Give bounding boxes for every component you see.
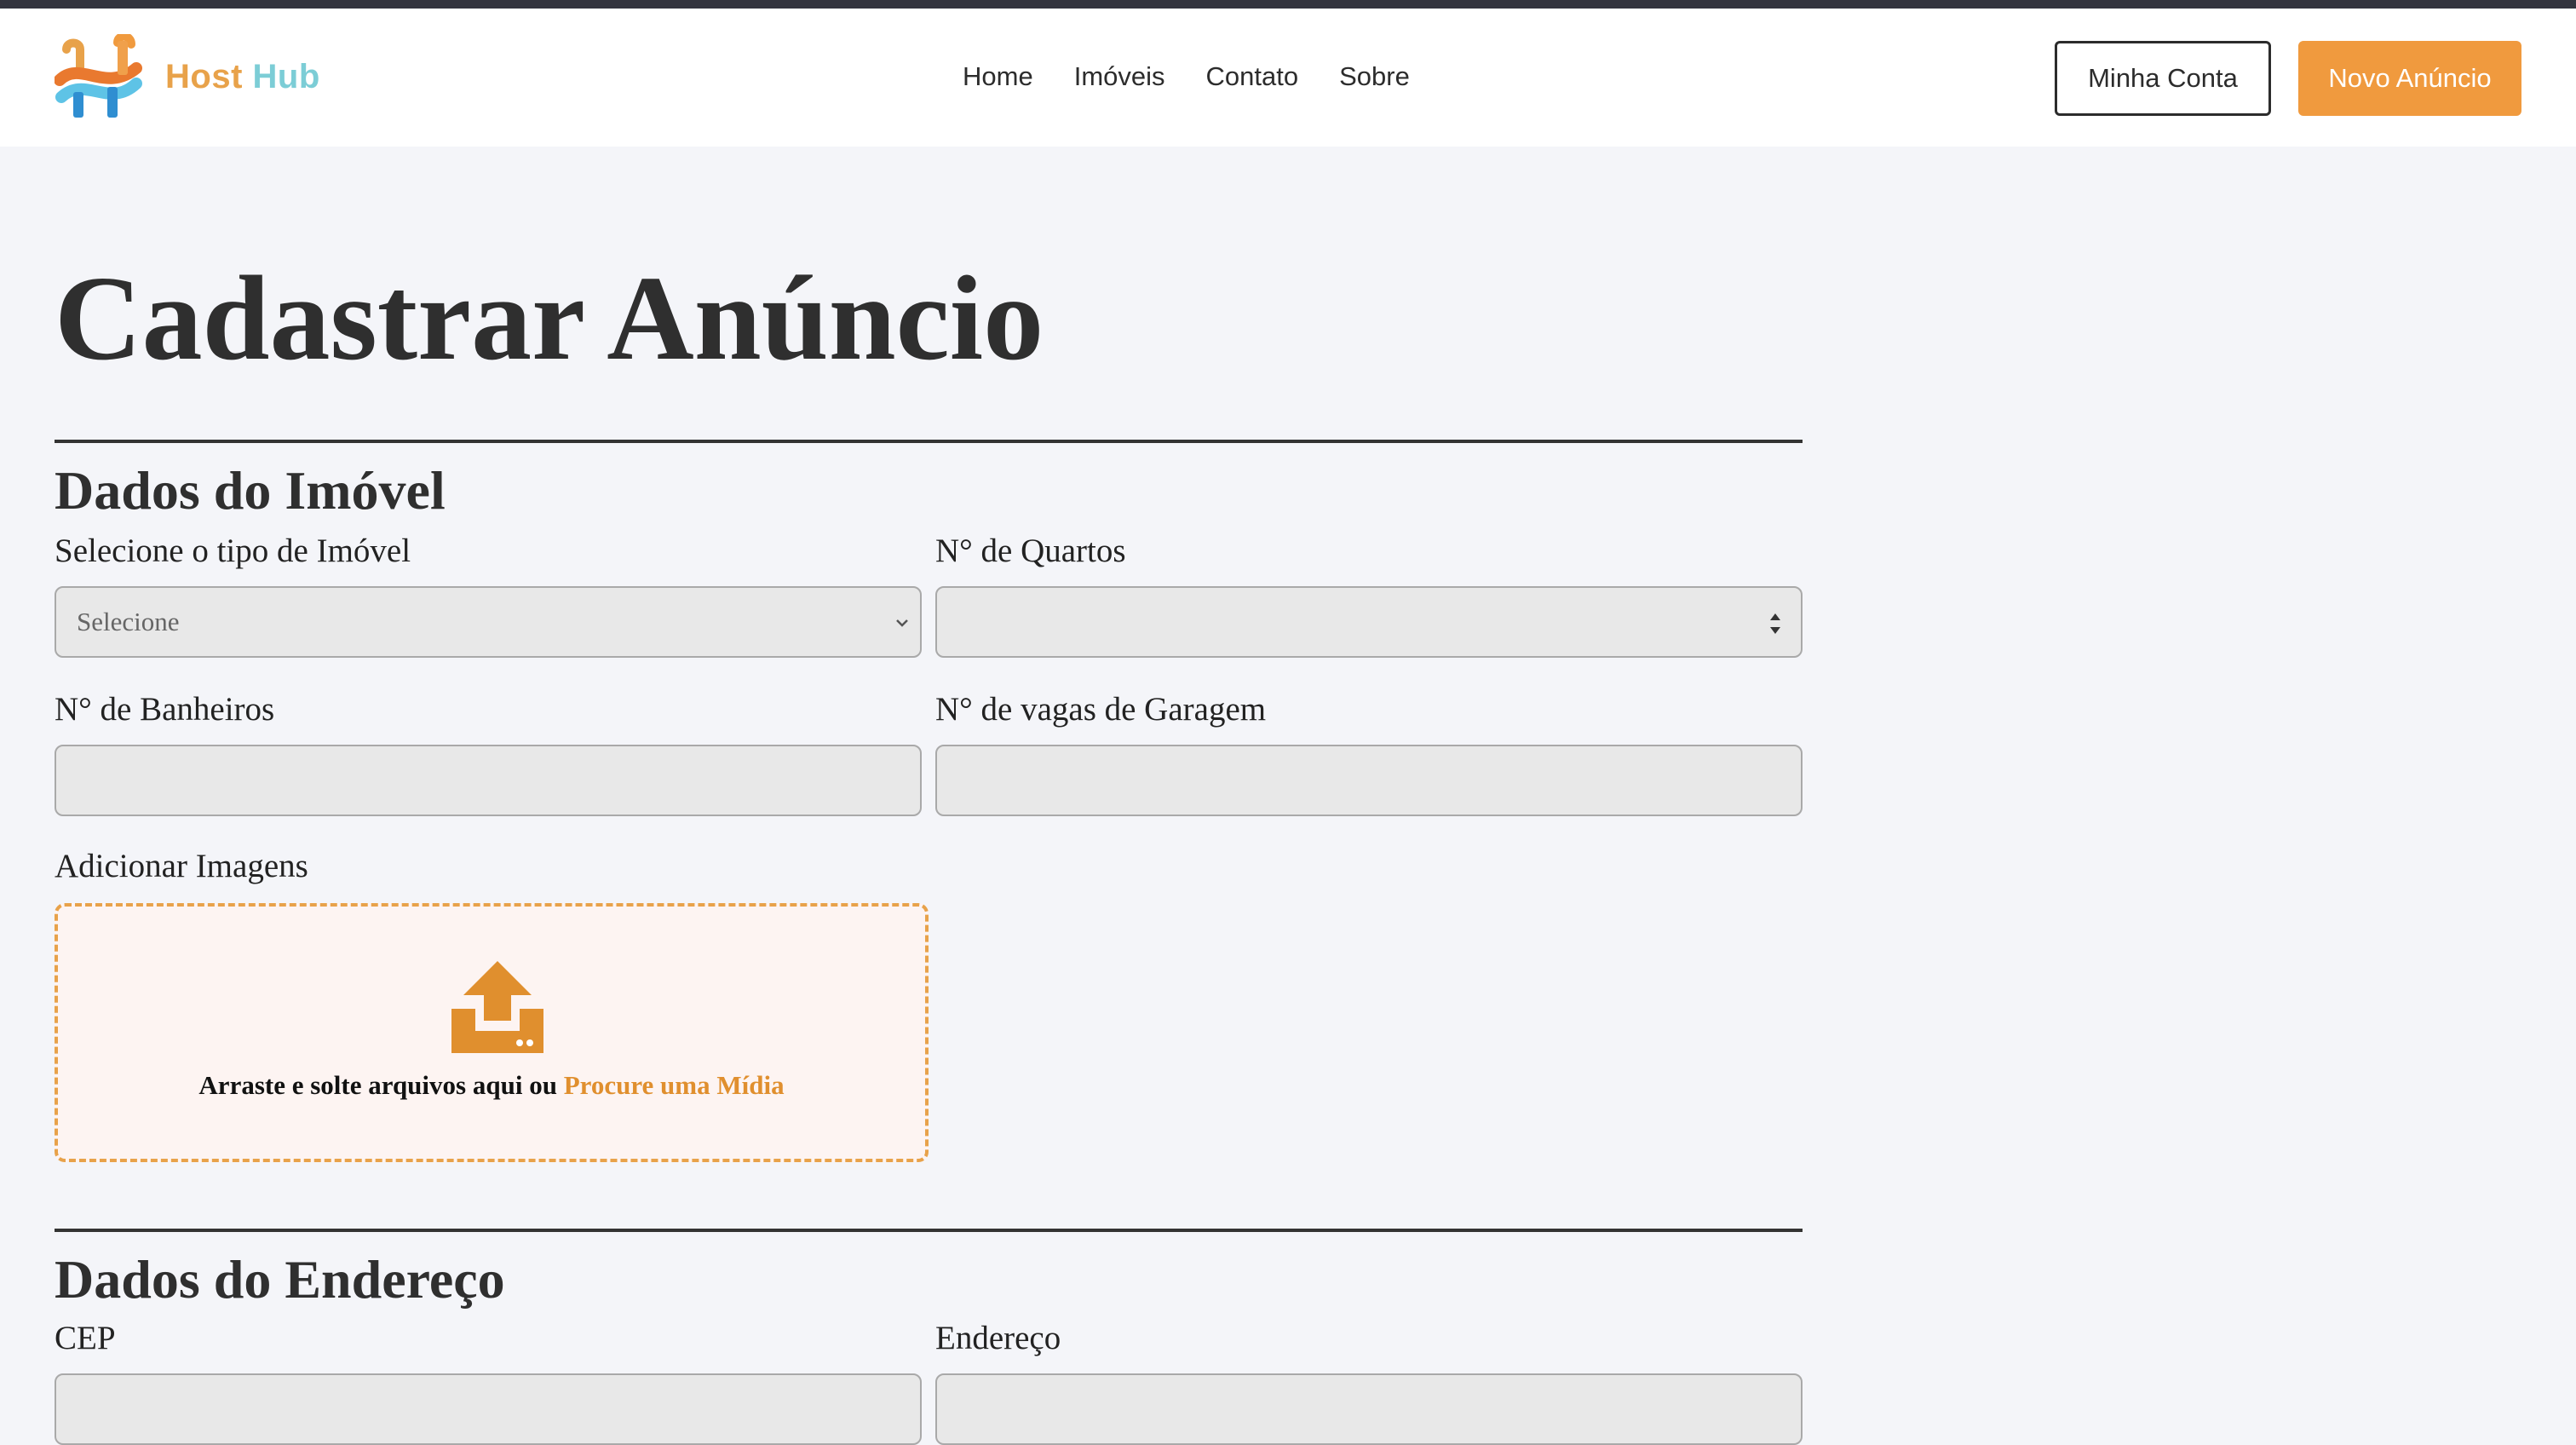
- dropzone-text: Arraste e solte arquivos aqui ou Procure…: [58, 1070, 925, 1101]
- browse-media-link[interactable]: Procure uma Mídia: [564, 1070, 785, 1100]
- upload-icon: [451, 961, 543, 1053]
- my-account-button[interactable]: Minha Conta: [2055, 41, 2271, 116]
- chevron-down-icon: [896, 619, 908, 627]
- cep-input[interactable]: [55, 1373, 922, 1445]
- bathrooms-label: N° de Banheiros: [55, 691, 275, 728]
- page-title: Cadastrar Anúncio: [55, 250, 1044, 385]
- images-label: Adicionar Imagens: [55, 848, 308, 884]
- nav-link-home[interactable]: Home: [963, 61, 1033, 92]
- main-nav: Home Imóveis Contato Sobre: [963, 61, 1410, 92]
- property-section-heading: Dados do Imóvel: [55, 460, 446, 521]
- brand-name-part1: Host: [165, 58, 243, 95]
- brand-name-part2: Hub: [252, 58, 320, 95]
- garage-label: N° de vagas de Garagem: [935, 691, 1267, 728]
- new-listing-button[interactable]: Novo Anúncio: [2298, 41, 2521, 116]
- nav-link-imoveis[interactable]: Imóveis: [1074, 61, 1165, 92]
- bedrooms-label: N° de Quartos: [935, 533, 1126, 569]
- property-type-select[interactable]: Selecione: [55, 586, 922, 658]
- dropzone-instruction: Arraste e solte arquivos aqui ou: [198, 1070, 557, 1100]
- nav-link-contato[interactable]: Contato: [1206, 61, 1299, 92]
- logo-icon[interactable]: [55, 34, 143, 123]
- address-input[interactable]: [935, 1373, 1803, 1445]
- bedrooms-input[interactable]: [935, 586, 1803, 658]
- section-divider: [55, 440, 1803, 443]
- section-divider: [55, 1229, 1803, 1232]
- cep-label: CEP: [55, 1320, 116, 1356]
- property-type-selected-value: Selecione: [77, 607, 180, 636]
- navbar: Host Hub Home Imóveis Contato Sobre Minh…: [0, 9, 2576, 147]
- bathrooms-input[interactable]: [55, 745, 922, 816]
- garage-input[interactable]: [935, 745, 1803, 816]
- address-section-heading: Dados do Endereço: [55, 1249, 505, 1310]
- brand-name[interactable]: Host Hub: [165, 58, 320, 96]
- property-type-label: Selecione o tipo de Imóvel: [55, 533, 411, 569]
- window-top-bar: [0, 0, 2576, 9]
- image-dropzone[interactable]: Arraste e solte arquivos aqui ou Procure…: [55, 903, 929, 1162]
- nav-link-sobre[interactable]: Sobre: [1339, 61, 1410, 92]
- spinner-arrows-icon[interactable]: [1767, 605, 1784, 642]
- address-label: Endereço: [935, 1320, 1061, 1356]
